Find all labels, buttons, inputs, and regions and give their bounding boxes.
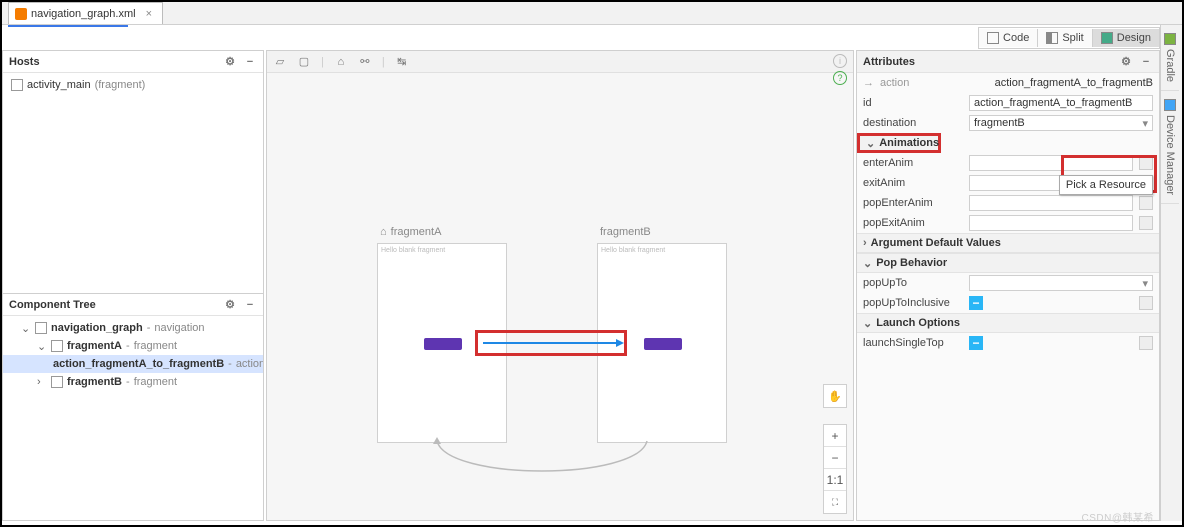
attr-pop-exit-anim: popExitAnim: [857, 213, 1159, 233]
id-field[interactable]: action_fragmentA_to_fragmentB: [969, 95, 1153, 111]
return-curve: [417, 441, 667, 481]
hosts-item-suffix: (fragment): [95, 79, 146, 91]
section-animations[interactable]: ⌄ Animations: [857, 133, 941, 153]
tab-filename: navigation_graph.xml: [31, 8, 136, 20]
split-icon: [1046, 32, 1058, 44]
pop-up-to-dropdown[interactable]: [969, 275, 1153, 291]
selected-element-row: → action action_fragmentA_to_fragmentB: [857, 73, 1159, 93]
collapse-icon[interactable]: −: [1139, 55, 1153, 69]
nav-design-canvas[interactable]: ▱ ▢ | ⌂ ⚯ | ↹ i ? ⌂fragmentA Hello blank…: [266, 50, 854, 521]
gear-icon[interactable]: ⚙: [223, 55, 237, 69]
attributes-panel-header: Attributes ⚙ −: [857, 51, 1159, 73]
link-icon[interactable]: ⚯: [358, 55, 372, 69]
pick-resource-button[interactable]: [1139, 156, 1153, 170]
editor-tab[interactable]: navigation_graph.xml ×: [8, 2, 163, 24]
mode-design[interactable]: Design: [1092, 29, 1159, 47]
fragment-content-text: Hello blank fragment: [378, 244, 506, 257]
attr-pop-up-to: popUpTo: [857, 273, 1159, 293]
view-mode-switcher: Code Split Design: [978, 27, 1160, 49]
tree-fragment-b[interactable]: › fragmentB - fragment: [3, 373, 263, 391]
fragment-content-text: Hello blank fragment: [598, 244, 726, 257]
info-icon[interactable]: i: [833, 54, 847, 68]
attr-destination-row: destination fragmentB: [857, 113, 1159, 133]
attributes-title: Attributes: [863, 56, 915, 68]
chevron-down-icon: ⌄: [863, 317, 872, 330]
chevron-right-icon: ›: [863, 237, 867, 249]
section-launch-options[interactable]: ⌄ Launch Options: [857, 313, 1159, 333]
chevron-right-icon[interactable]: ›: [37, 376, 47, 388]
xml-file-icon: [15, 8, 27, 20]
close-icon[interactable]: ×: [146, 8, 152, 20]
zoom-reset-button[interactable]: 1:1: [824, 469, 846, 491]
nav-graph-icon: [35, 322, 47, 334]
hosts-panel-header: Hosts ⚙ −: [3, 51, 263, 73]
checkbox-indeterminate[interactable]: −: [969, 296, 983, 310]
nav-button-b: [644, 338, 682, 350]
pop-exit-anim-field[interactable]: [969, 215, 1133, 231]
destination-dropdown[interactable]: fragmentB: [969, 115, 1153, 131]
hosts-title: Hosts: [9, 56, 40, 68]
component-tree-title: Component Tree: [9, 299, 96, 311]
nested-graph-icon[interactable]: ▢: [297, 55, 311, 69]
mode-code[interactable]: Code: [979, 29, 1037, 47]
pick-resource-button[interactable]: [1139, 296, 1153, 310]
chevron-down-icon: ⌄: [866, 137, 875, 150]
chevron-down-icon[interactable]: ⌄: [37, 340, 47, 353]
home-icon[interactable]: ⌂: [334, 55, 348, 69]
pan-tool-icon[interactable]: ✋: [823, 384, 847, 408]
gear-icon[interactable]: ⚙: [223, 298, 237, 312]
enter-anim-field[interactable]: [969, 155, 1133, 171]
zoom-fit-button[interactable]: ⛶: [824, 491, 846, 513]
action-arrow-icon: →: [863, 77, 874, 89]
component-tree-header: Component Tree ⚙ −: [3, 294, 263, 316]
section-arg-defaults[interactable]: › Argument Default Values: [857, 233, 1159, 253]
attr-launch-single-top: launchSingleTop −: [857, 333, 1159, 353]
checkbox-indeterminate[interactable]: −: [969, 336, 983, 350]
selected-element-name: action_fragmentA_to_fragmentB: [995, 77, 1153, 89]
layout-file-icon: [11, 79, 23, 91]
gear-icon[interactable]: ⚙: [1119, 55, 1133, 69]
nav-button-a: [424, 338, 462, 350]
fragment-icon: [51, 340, 63, 352]
zoom-controls: + − 1:1 ⛶: [823, 424, 847, 514]
tab-active-indicator: [8, 25, 128, 27]
tooltip-pick-resource: Pick a Resource: [1059, 175, 1153, 195]
attr-id-row: id action_fragmentA_to_fragmentB: [857, 93, 1159, 113]
zoom-out-button[interactable]: −: [824, 447, 846, 469]
canvas-toolbar: ▱ ▢ | ⌂ ⚯ | ↹: [267, 51, 853, 73]
home-icon: ⌂: [380, 226, 387, 238]
chevron-down-icon[interactable]: ⌄: [21, 322, 31, 335]
pop-enter-anim-field[interactable]: [969, 195, 1133, 211]
fragment-icon: [51, 376, 63, 388]
tree-fragment-a[interactable]: ⌄ fragmentA - fragment: [3, 337, 263, 355]
collapse-icon[interactable]: −: [243, 55, 257, 69]
add-destination-icon[interactable]: ▱: [273, 55, 287, 69]
attr-pop-up-to-inclusive: popUpToInclusive −: [857, 293, 1159, 313]
tab-device-manager[interactable]: Device Manager: [1161, 91, 1179, 204]
pick-resource-button[interactable]: [1139, 216, 1153, 230]
watermark-text: CSDN@韩某希: [1082, 509, 1155, 524]
gradle-icon: [1164, 33, 1176, 45]
chevron-down-icon: ⌄: [863, 257, 872, 270]
device-icon: [1164, 99, 1176, 111]
attr-enter-anim: enterAnim: [857, 153, 1159, 173]
pick-resource-button[interactable]: [1139, 196, 1153, 210]
section-pop-behavior[interactable]: ⌄ Pop Behavior: [857, 253, 1159, 273]
auto-arrange-icon[interactable]: ↹: [395, 55, 409, 69]
zoom-in-button[interactable]: +: [824, 425, 846, 447]
right-tool-sidebar: Gradle Device Manager: [1160, 25, 1182, 521]
attr-pop-enter-anim: popEnterAnim: [857, 193, 1159, 213]
hosts-item[interactable]: activity_main (fragment): [3, 76, 263, 94]
pick-resource-button[interactable]: [1139, 336, 1153, 350]
design-icon: [1101, 32, 1113, 44]
tree-nav-root[interactable]: ⌄ navigation_graph - navigation: [3, 319, 263, 337]
code-icon: [987, 32, 999, 44]
mode-split[interactable]: Split: [1037, 29, 1091, 47]
action-arrow-highlight[interactable]: [475, 330, 627, 356]
collapse-icon[interactable]: −: [243, 298, 257, 312]
tree-action-selected[interactable]: action_fragmentA_to_fragmentB - action: [3, 355, 263, 373]
tab-gradle[interactable]: Gradle: [1161, 25, 1179, 91]
hosts-item-name: activity_main: [27, 79, 91, 91]
